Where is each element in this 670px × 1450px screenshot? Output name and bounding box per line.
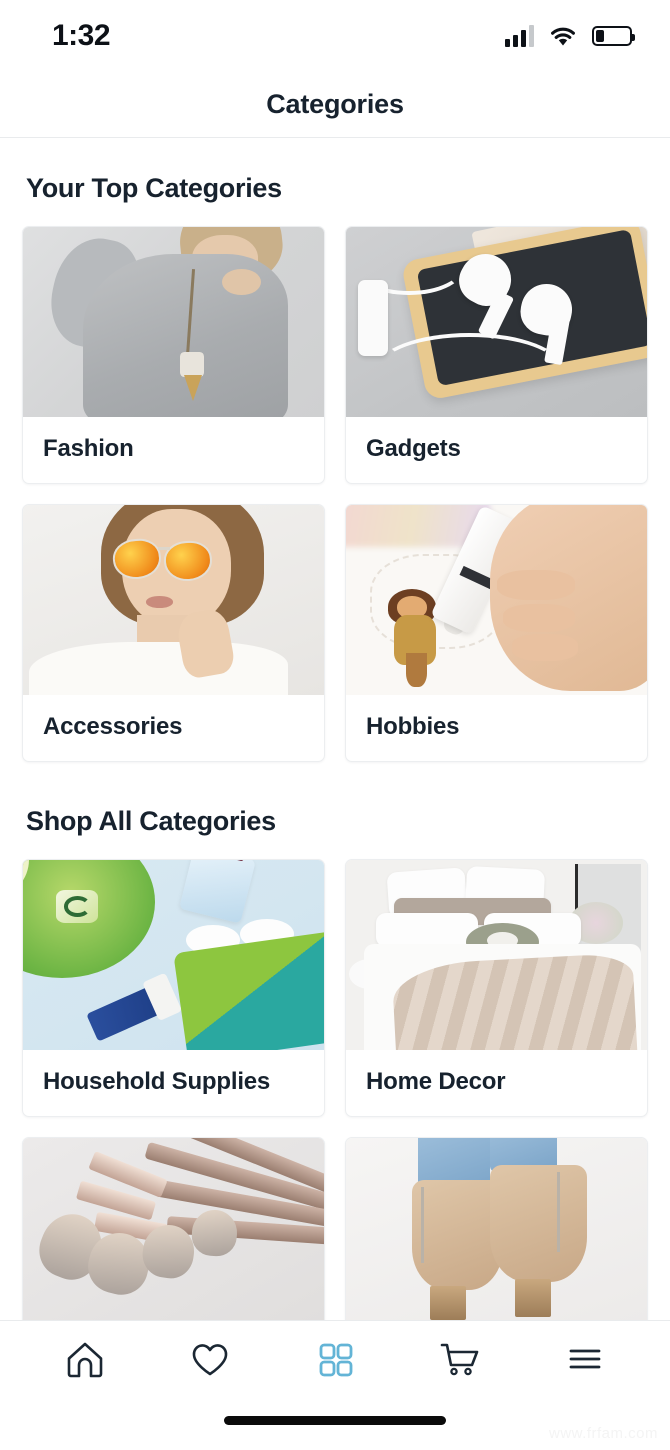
status-indicators (505, 25, 635, 47)
grid-icon (312, 1336, 358, 1385)
section-title-shop-all-categories: Shop All Categories (26, 806, 276, 836)
category-label-hobbies: Hobbies (366, 713, 460, 740)
status-time: 1:32 (52, 19, 111, 52)
section-title-top-categories: Your Top Categories (26, 173, 282, 203)
category-card-accessories[interactable]: Accessories (22, 504, 325, 762)
category-image-accessories (23, 505, 324, 695)
nav-button-menu[interactable] (545, 1331, 625, 1391)
category-image-makeup-brushes (23, 1138, 324, 1320)
cart-icon (436, 1336, 484, 1385)
home-icon (62, 1336, 108, 1385)
category-card-fashion[interactable]: Fashion (22, 226, 325, 484)
app-header: Categories (0, 72, 670, 138)
category-card-home-decor[interactable]: Home Decor (345, 859, 648, 1117)
scroll-content[interactable]: Your Top Categories Fashion Gadgets Acce… (0, 139, 670, 1320)
category-image-fashion (23, 227, 324, 417)
nav-items (0, 1321, 670, 1416)
category-label-fashion: Fashion (43, 435, 134, 462)
category-card-gadgets[interactable]: Gadgets (345, 226, 648, 484)
category-card-boots[interactable] (345, 1137, 648, 1320)
top-categories-grid: Fashion Gadgets Accessories Hobbies (0, 226, 670, 762)
hamburger-icon (562, 1336, 608, 1385)
category-label-home-decor: Home Decor (366, 1068, 506, 1095)
nav-button-cart[interactable] (420, 1331, 500, 1391)
signal-bars-icon (505, 25, 534, 47)
category-card-makeup-brushes[interactable] (22, 1137, 325, 1320)
page-title: Categories (266, 89, 404, 119)
nav-button-favorites[interactable] (170, 1331, 250, 1391)
category-image-gadgets (346, 227, 647, 417)
category-label-gadgets: Gadgets (366, 435, 461, 462)
heart-icon (187, 1336, 233, 1385)
nav-button-categories[interactable] (295, 1331, 375, 1391)
category-card-hobbies[interactable]: Hobbies (345, 504, 648, 762)
watermark: www.frfam.com (548, 1425, 658, 1442)
category-image-boots (346, 1138, 647, 1320)
status-bar: 1:32 (0, 0, 670, 72)
shop-all-categories-grid: Household Supplies Home Decor (0, 859, 670, 1320)
wifi-icon (548, 25, 578, 47)
category-card-household-supplies[interactable]: Household Supplies (22, 859, 325, 1117)
category-image-hobbies (346, 505, 647, 695)
category-image-household-supplies (23, 860, 324, 1050)
category-label-household-supplies: Household Supplies (43, 1068, 271, 1095)
battery-icon (592, 26, 635, 46)
category-image-home-decor (346, 860, 647, 1050)
nav-button-home[interactable] (45, 1331, 125, 1391)
category-label-accessories: Accessories (43, 713, 183, 740)
